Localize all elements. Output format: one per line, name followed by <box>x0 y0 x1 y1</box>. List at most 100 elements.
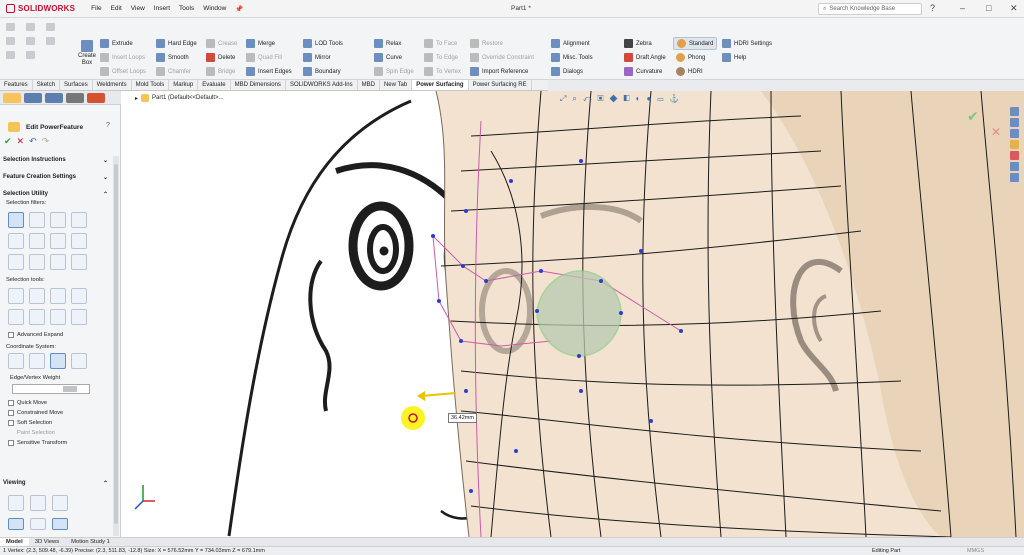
move-manipulator[interactable] <box>417 391 457 401</box>
previous-view-icon[interactable]: ↶ <box>583 94 598 103</box>
curve-button[interactable]: Curve <box>374 53 402 62</box>
view-orientation-icon[interactable]: ◆ <box>610 94 624 103</box>
custom-properties-icon[interactable] <box>1010 162 1019 171</box>
new-icon[interactable] <box>6 23 15 31</box>
smooth-view-icon[interactable] <box>30 495 46 511</box>
chamfer-button[interactable]: Chamfer <box>156 67 191 76</box>
menu-insert[interactable]: Insert <box>154 5 170 13</box>
mirror-button[interactable]: Mirror <box>303 53 331 62</box>
phong-button[interactable]: Phong <box>676 53 705 62</box>
section-feature-creation-settings[interactable]: Feature Creation Settings ⌄ <box>3 172 108 182</box>
section-selection-instructions[interactable]: Selection Instructions ⌄ <box>3 155 108 165</box>
advanced-expand-checkbox[interactable]: Advanced Expand <box>8 332 63 338</box>
dim-xpert-tab-icon[interactable] <box>66 93 84 103</box>
global-coords-icon[interactable] <box>8 353 24 369</box>
undo-icon[interactable] <box>26 37 35 45</box>
confirm-check-icon[interactable]: ✔ <box>967 109 979 125</box>
component-filter-icon[interactable] <box>71 233 87 249</box>
crease-button[interactable]: Crease <box>206 39 237 48</box>
edge-vertex-weight-slider[interactable] <box>12 384 90 394</box>
restore-button[interactable]: Restore <box>470 39 503 48</box>
line-filter-icon[interactable] <box>50 212 66 228</box>
view-palette-icon[interactable] <box>1010 140 1019 149</box>
both-view-icon[interactable] <box>52 495 68 511</box>
tab-mbd[interactable]: MBD <box>358 80 380 90</box>
alignment-button[interactable]: Alignment <box>551 39 590 48</box>
curvature-button[interactable]: Curvature <box>624 67 662 76</box>
select-grow-icon[interactable] <box>71 288 87 304</box>
appearance-icon[interactable]: ● <box>646 94 657 103</box>
menu-edit[interactable]: Edit <box>111 5 122 13</box>
to-vertex-button[interactable]: To Vertex <box>424 67 461 76</box>
display-style-icon[interactable]: ◧ <box>624 94 636 103</box>
quick-move-checkbox[interactable]: Quick Move <box>8 400 47 406</box>
section-selection-utility[interactable]: Selection Utility ⌃ <box>3 189 108 199</box>
hdri-button[interactable]: HDRI <box>676 67 703 76</box>
create-box-button[interactable]: Create Box <box>75 40 99 67</box>
options-icon[interactable] <box>26 51 35 59</box>
redo-icon[interactable]: ↷ <box>42 136 50 147</box>
section-view-icon[interactable]: ▣ <box>597 94 609 103</box>
select-path-icon[interactable] <box>71 309 87 325</box>
ok-button[interactable]: ✔ <box>4 136 12 147</box>
bridge-button[interactable]: Bridge <box>206 67 235 76</box>
spin-edge-button[interactable]: Spin Edge <box>374 67 414 76</box>
smooth-button[interactable]: Smooth <box>156 53 189 62</box>
units-indicator[interactable]: MMGS <box>967 548 984 554</box>
tab-mbd-dimensions[interactable]: MBD Dimensions <box>231 80 286 90</box>
cube-select-icon[interactable] <box>8 254 24 270</box>
scrollbar-thumb[interactable] <box>114 164 118 524</box>
tab-mold-tools[interactable]: Mold Tools <box>132 80 170 90</box>
confirm-cancel-icon[interactable]: ✕ <box>991 125 1001 139</box>
eye-hidden-icon[interactable] <box>30 518 46 530</box>
graphics-area[interactable]: ✔ ✕ <box>121 91 1024 537</box>
configuration-manager-tab-icon[interactable] <box>45 93 63 103</box>
zoom-fit-icon[interactable]: ⤢ <box>560 94 572 103</box>
body-filter-icon[interactable] <box>8 233 24 249</box>
pin-icon[interactable]: 📌 <box>235 5 243 13</box>
section-viewing[interactable]: Viewing ⌃ <box>3 478 108 488</box>
sensitive-transform-checkbox[interactable]: Sensitive Transform <box>8 440 67 446</box>
property-manager-tab-icon[interactable] <box>24 93 42 103</box>
feature-tree-flyout[interactable]: ▸ Part1 (Default<<Default>... <box>135 94 224 102</box>
tab-markup[interactable]: Markup <box>169 80 199 90</box>
insert-edges-button[interactable]: Insert Edges <box>246 67 292 76</box>
hdri-settings-button[interactable]: HDRI Settings <box>722 39 772 48</box>
design-library-icon[interactable] <box>1010 118 1019 127</box>
select-shrink-icon[interactable] <box>8 309 24 325</box>
eye-visible-icon[interactable] <box>8 518 24 530</box>
menu-window[interactable]: Window <box>203 5 226 13</box>
tab-solidworks-add-ins[interactable]: SOLIDWORKS Add-Ins <box>286 80 358 90</box>
square-select-icon[interactable] <box>29 254 45 270</box>
insert-loops-button[interactable]: Insert Loops <box>100 53 145 62</box>
forum-icon[interactable] <box>1010 173 1019 182</box>
zoom-area-icon[interactable]: ⌕ <box>572 94 582 103</box>
undo-icon[interactable]: ↶ <box>29 136 37 147</box>
relax-button[interactable]: Relax <box>374 39 401 48</box>
standard-button[interactable]: Standard <box>673 37 718 50</box>
scene-icon[interactable]: ▭ <box>657 94 669 103</box>
open-icon[interactable] <box>26 23 35 31</box>
to-face-button[interactable]: To Face <box>424 39 457 48</box>
local-coords-icon[interactable] <box>29 353 45 369</box>
view-coords-icon[interactable] <box>50 353 66 369</box>
menu-file[interactable]: File <box>91 5 101 13</box>
expand-arrow-icon[interactable]: ▸ <box>135 95 138 102</box>
model-view[interactable]: ✔ ✕ <box>121 91 1024 537</box>
extrude-button[interactable]: Extrude <box>100 39 133 48</box>
select-all-icon[interactable] <box>8 288 24 304</box>
select-region-icon[interactable] <box>50 309 66 325</box>
rebuild-icon[interactable] <box>6 51 15 59</box>
delete-button[interactable]: Delete <box>206 53 235 62</box>
help-button[interactable]: Help <box>722 53 746 62</box>
help-icon[interactable]: ? <box>930 3 935 13</box>
move-select-icon[interactable] <box>71 254 87 270</box>
panel-scrollbar[interactable] <box>113 156 119 536</box>
solid-filter-icon[interactable] <box>29 233 45 249</box>
face-filter-icon[interactable] <box>29 212 45 228</box>
vertex-filter-icon[interactable] <box>71 212 87 228</box>
save-icon[interactable] <box>46 23 55 31</box>
select-loop-icon[interactable] <box>29 288 45 304</box>
maximize-button[interactable]: □ <box>986 3 991 13</box>
file-explorer-icon[interactable] <box>1010 129 1019 138</box>
